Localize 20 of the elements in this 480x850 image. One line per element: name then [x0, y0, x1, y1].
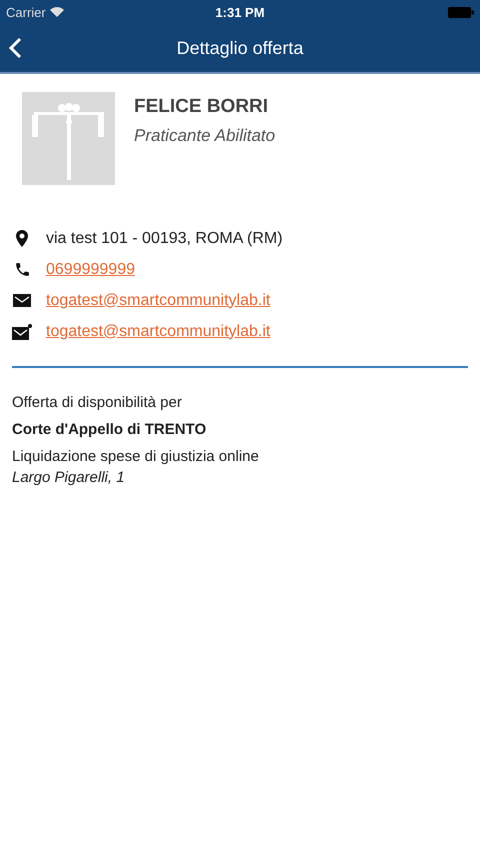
address-text: via test 101 - 00193, ROMA (RM) — [46, 230, 283, 248]
avatar-placeholder-icon — [22, 92, 115, 185]
screen-title: Dettaglio offerta — [176, 38, 304, 58]
email-link[interactable]: togatest@smartcommunitylab.it — [46, 322, 270, 340]
carrier-label: Carrier — [6, 4, 46, 20]
status-time: 1:31 PM — [215, 4, 265, 20]
court-address: Largo Pigarelli, 1 — [12, 469, 126, 486]
court-name: Corte d'Appello di TRENTO — [12, 421, 208, 438]
email-link[interactable]: togatest@smartcommunitylab.it — [46, 292, 270, 310]
person-role: Praticante Abilitato — [134, 126, 276, 146]
envelope-icon — [12, 324, 32, 340]
battery-icon — [448, 6, 474, 18]
phone-icon — [14, 261, 30, 278]
wifi-icon — [50, 7, 64, 17]
service-name: Liquidazione spese di giustizia online — [12, 448, 260, 465]
person-name: FELICE BORRI — [134, 96, 270, 118]
envelope-icon — [13, 294, 31, 307]
phone-link[interactable]: 0699999999 — [46, 260, 135, 278]
offer-intro: Offerta di disponibilità per — [12, 394, 183, 411]
map-pin-icon — [16, 230, 28, 247]
